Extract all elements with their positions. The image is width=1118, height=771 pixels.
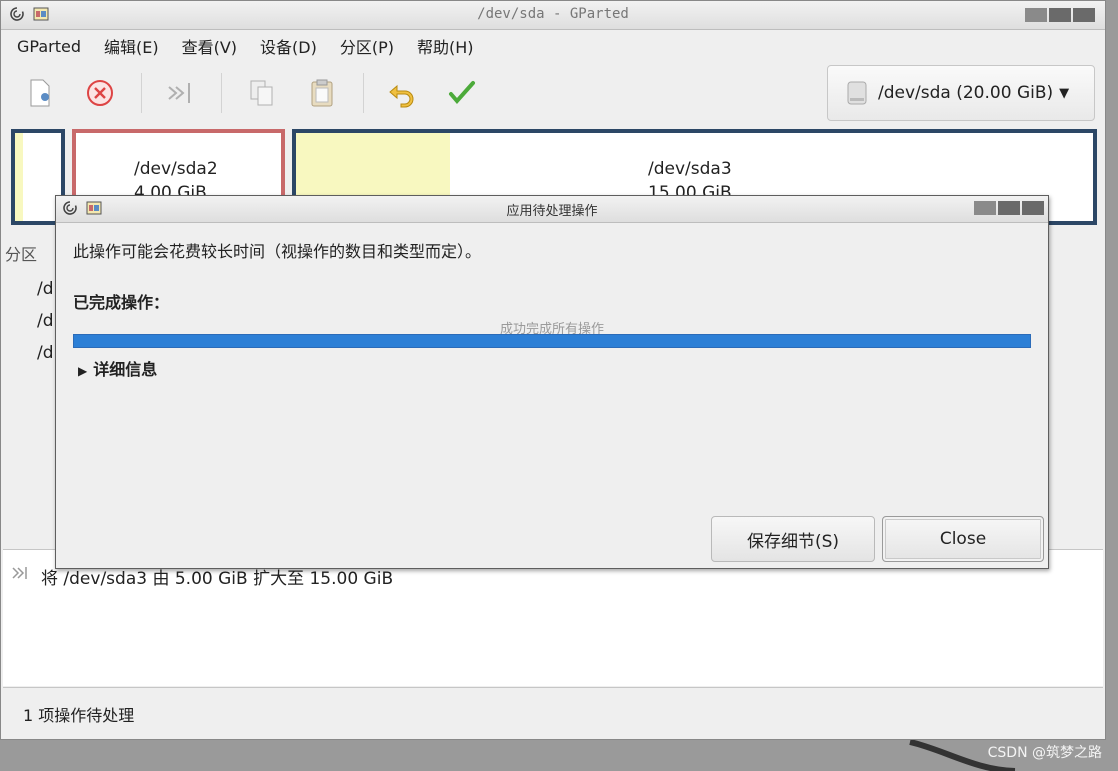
toolbar: /dev/sda (20.00 GiB) ▼ — [1, 63, 1105, 125]
dialog-message: 此操作可能会花费较长时间（视操作的数目和类型而定）。 — [73, 242, 482, 261]
menu-device[interactable]: 设备(D) — [252, 30, 325, 62]
apply-check-icon[interactable] — [447, 77, 477, 109]
apply-operations-dialog: 应用待处理操作 此操作可能会花费较长时间（视操作的数目和类型而定）。 已完成操作… — [55, 195, 1049, 569]
details-label: 详细信息 — [93, 360, 158, 379]
dialog-title: 应用待处理操作 — [506, 204, 598, 219]
menu-help[interactable]: 帮助(H) — [409, 30, 482, 62]
minimize-button[interactable] — [974, 201, 996, 215]
copy-icon[interactable] — [247, 77, 277, 109]
close-window-button[interactable] — [1022, 201, 1044, 215]
new-icon[interactable] — [25, 77, 55, 109]
close-button[interactable]: Close — [882, 516, 1044, 562]
partition-list-row[interactable]: /d — [37, 279, 54, 299]
main-titlebar[interactable]: /dev/sda - GParted — [1, 1, 1105, 30]
window-controls[interactable] — [1025, 8, 1095, 22]
window-title: /dev/sda - GParted — [477, 6, 629, 22]
device-selector[interactable]: /dev/sda (20.00 GiB) ▼ — [827, 65, 1095, 121]
maximize-button[interactable] — [998, 201, 1020, 215]
progress-bar — [73, 334, 1031, 348]
partition-name: /dev/sda2 — [134, 159, 218, 179]
pending-operations-list: 将 /dev/sda3 由 5.00 GiB 扩大至 15.00 GiB — [3, 549, 1103, 686]
toolbar-separator — [221, 73, 222, 113]
resize-move-icon[interactable] — [165, 77, 195, 109]
expander-triangle-icon: ▶ — [78, 364, 88, 378]
menubar: GParted 编辑(E) 查看(V) 设备(D) 分区(P) 帮助(H) — [1, 30, 1105, 62]
menu-gparted[interactable]: GParted — [9, 33, 89, 60]
progress-bar-fill — [74, 335, 1030, 347]
device-selector-label: /dev/sda (20.00 GiB) — [878, 83, 1054, 103]
save-details-button[interactable]: 保存细节(S) — [711, 516, 875, 562]
dialog-titlebar[interactable]: 应用待处理操作 — [56, 196, 1048, 223]
column-header-partition[interactable]: 分区 — [5, 241, 55, 269]
menu-edit[interactable]: 编辑(E) — [96, 30, 167, 62]
completed-operations-label: 已完成操作： — [73, 293, 170, 312]
dialog-window-controls[interactable] — [974, 201, 1044, 215]
toolbar-separator — [141, 73, 142, 113]
paste-icon[interactable] — [307, 77, 337, 109]
partition-name: /dev/sda3 — [648, 159, 732, 179]
statusbar: 1 项操作待处理 — [3, 687, 1103, 736]
toolbar-separator — [363, 73, 364, 113]
menu-partition[interactable]: 分区(P) — [332, 30, 402, 62]
partition-list-row[interactable]: /d — [37, 343, 54, 363]
hard-disk-icon — [847, 81, 867, 105]
resize-operation-icon — [12, 567, 27, 579]
minimize-button[interactable] — [1025, 8, 1047, 22]
dropdown-arrow-icon: ▼ — [1059, 85, 1070, 101]
watermark: CSDN @筑梦之路 — [987, 745, 1102, 761]
menu-view[interactable]: 查看(V) — [174, 30, 245, 62]
partition-fill — [15, 133, 23, 221]
status-text: 1 项操作待处理 — [23, 706, 135, 725]
details-expander[interactable]: ▶ 详细信息 — [78, 356, 157, 380]
maximize-button[interactable] — [1049, 8, 1071, 22]
close-window-button[interactable] — [1073, 8, 1095, 22]
partition-list-row[interactable]: /d — [37, 311, 54, 331]
undo-icon[interactable] — [387, 77, 417, 109]
delete-icon[interactable] — [85, 77, 115, 109]
